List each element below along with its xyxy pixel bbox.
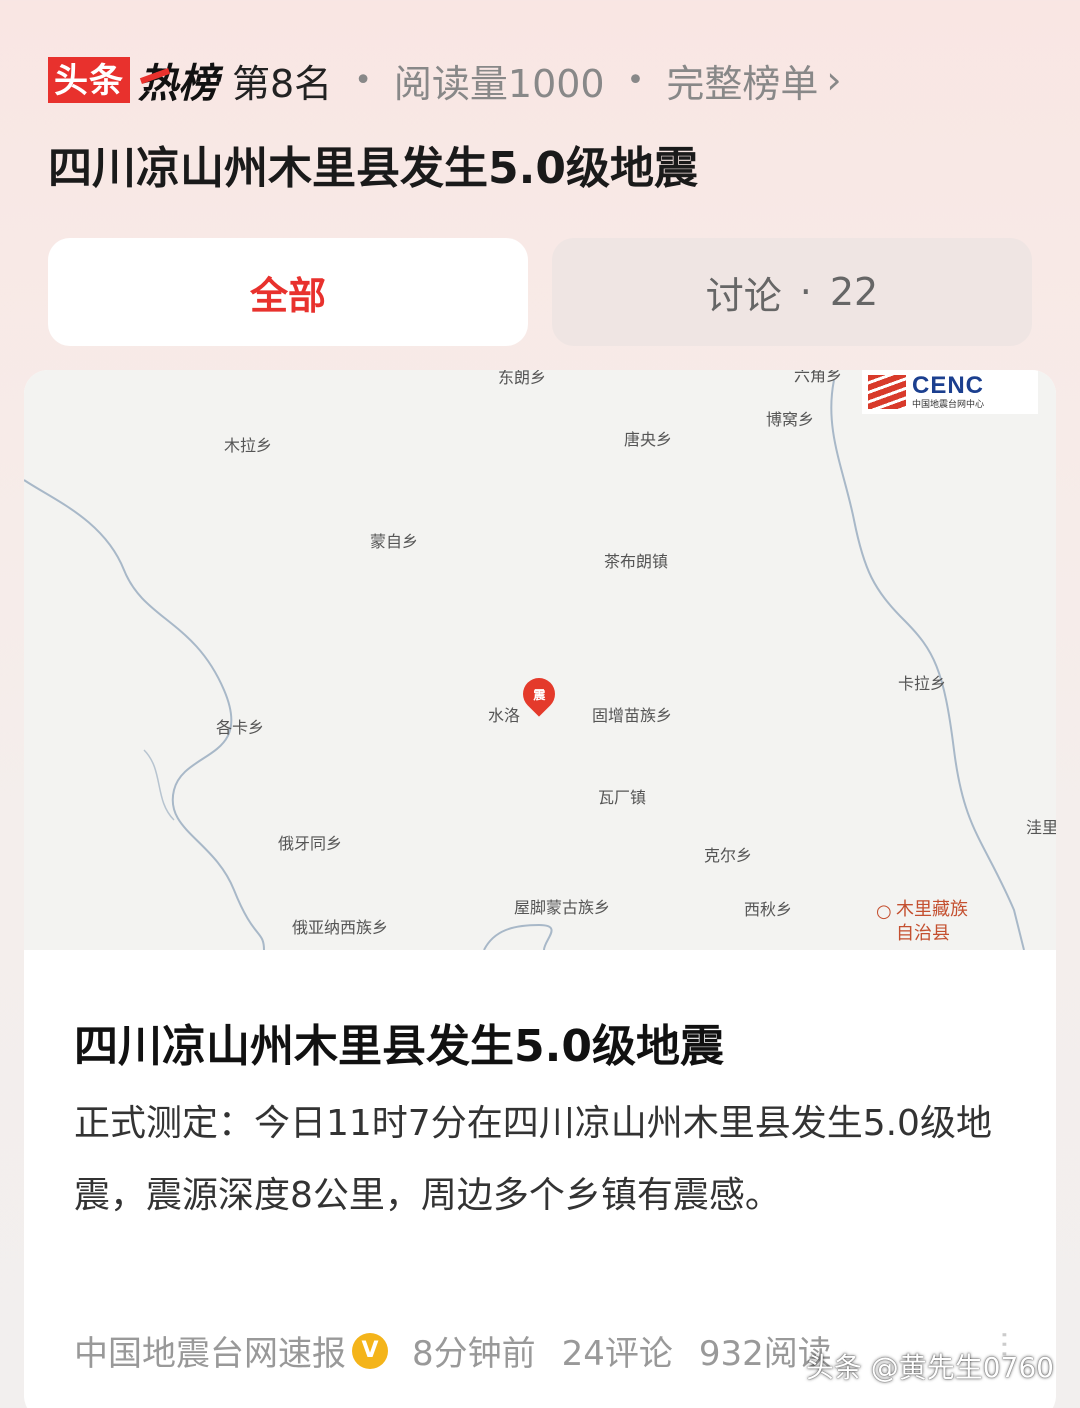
news-card[interactable]: 东朗乡 六角乡 木拉乡 唐央乡 博窝乡 蒙自乡 茶布朗镇 卡拉乡 水洛 固增苗族… (24, 370, 1056, 1408)
place-label: 博窝乡 (766, 410, 815, 429)
card-title[interactable]: 四川凉山州木里县发生5.0级地震 (74, 1010, 724, 1074)
pin-label: 震 (532, 687, 546, 702)
place-label: 固增苗族乡 (592, 706, 673, 725)
place-label: 六角乡 (794, 370, 843, 385)
cenc-logo-subtitle: 中国地震台网中心 (912, 400, 985, 410)
full-list-link[interactable]: 完整榜单 (666, 53, 818, 108)
toutiao-logo: 头条 (48, 57, 130, 103)
cenc-emblem-icon (868, 375, 906, 409)
verified-badge-icon: V (352, 1332, 388, 1369)
watermark: 头条 @黄先生0760 (805, 1351, 1054, 1384)
place-label: 东朗乡 (498, 370, 547, 387)
place-label: 卡拉乡 (898, 674, 947, 693)
tab-discuss-count: 22 (829, 270, 879, 314)
county-label-line1: 木里藏族 (896, 899, 968, 920)
place-label: 各卡乡 (216, 718, 265, 737)
place-label: 水洛 (488, 706, 521, 725)
card-meta: 中国地震台网速报 V 8分钟前 24评论 932阅读 (74, 1326, 858, 1375)
tab-discuss-label: 讨论 (705, 273, 782, 318)
tab-discuss[interactable]: 讨论 · 22 (552, 238, 1032, 346)
place-label: 茶布朗镇 (604, 552, 669, 571)
place-label: 俄亚纳西族乡 (292, 918, 389, 937)
county-label: 木里藏族 自治县 (896, 898, 968, 946)
chevron-right-icon[interactable]: › (826, 58, 841, 102)
place-label: 唐央乡 (624, 430, 673, 449)
place-label: 木拉乡 (224, 436, 273, 455)
hot-list-header[interactable]: 头条 热榜 第8名 • 阅读量1000 • 完整榜单 › (48, 52, 842, 108)
place-label: 西秋乡 (744, 900, 793, 919)
source-name[interactable]: 中国地震台网速报 (74, 1326, 346, 1375)
rebang-logo: 热榜 (138, 51, 218, 109)
county-label-line2: 自治县 (896, 923, 950, 944)
publish-time: 8分钟前 (412, 1334, 536, 1374)
tab-all[interactable]: 全部 (48, 238, 528, 346)
rank-text: 第8名 (232, 61, 333, 106)
county-seat-marker: ○ (876, 901, 892, 922)
place-label: 屋脚蒙古族乡 (514, 898, 611, 917)
comment-count: 24评论 (561, 1334, 673, 1374)
cenc-logo: CENC 中国地震台网中心 (862, 370, 1038, 414)
card-summary: 正式测定：今日11时7分在四川凉山州木里县发生5.0级地震，震源深度8公里，周边… (74, 1103, 992, 1216)
separator-dot: • (354, 62, 372, 98)
read-count: 阅读量1000 (393, 61, 605, 106)
tab-separator: · (799, 270, 812, 314)
cenc-logo-word: CENC (912, 372, 985, 399)
map-rivers (24, 379, 1025, 950)
separator-dot: • (626, 62, 645, 98)
earthquake-map[interactable]: 东朗乡 六角乡 木拉乡 唐央乡 博窝乡 蒙自乡 茶布朗镇 卡拉乡 水洛 固增苗族… (24, 370, 1056, 950)
place-label: 洼里 (1026, 818, 1056, 837)
tab-all-label: 全部 (249, 273, 326, 318)
place-label: 俄牙同乡 (278, 834, 343, 853)
hot-topic-title: 四川凉山州木里县发生5.0级地震 (48, 143, 698, 194)
place-label: 瓦厂镇 (598, 788, 647, 807)
place-label: 克尔乡 (704, 846, 753, 865)
place-label: 蒙自乡 (370, 532, 419, 551)
